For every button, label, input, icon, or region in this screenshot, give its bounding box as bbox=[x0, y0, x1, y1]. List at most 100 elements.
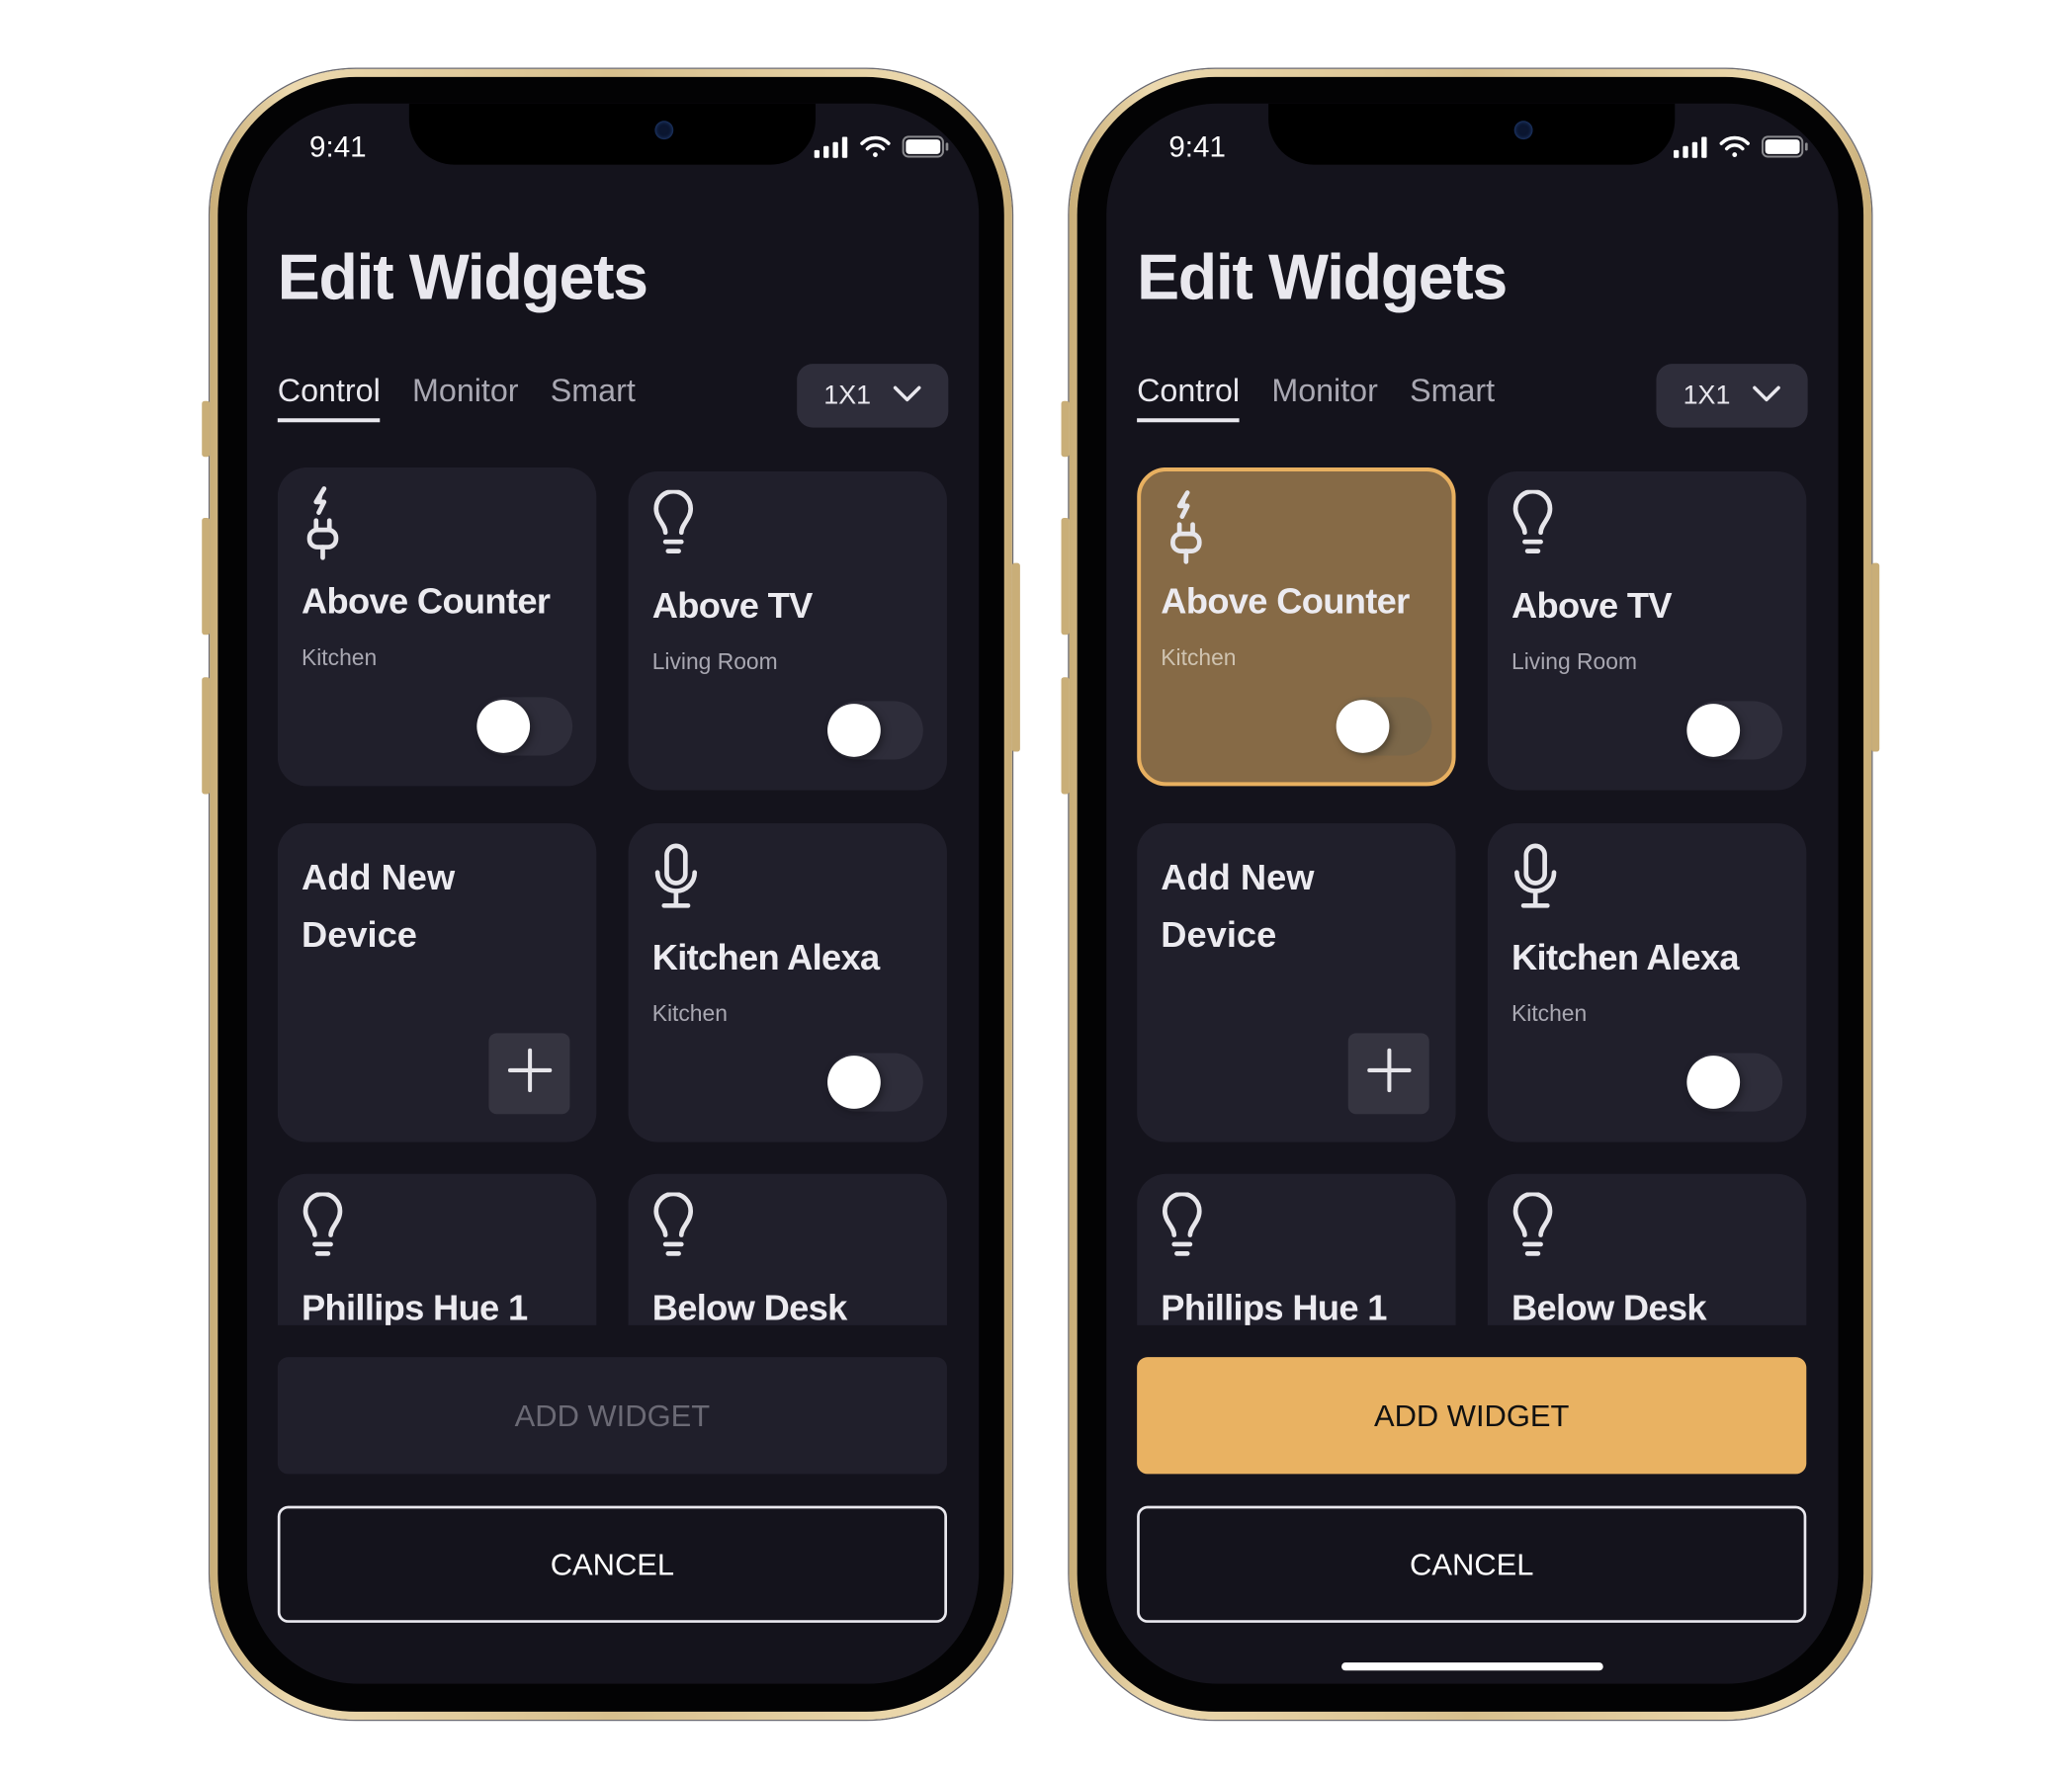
page-title: Edit Widgets bbox=[277, 242, 648, 314]
plus-icon bbox=[1366, 1048, 1412, 1099]
widget-toggle[interactable] bbox=[476, 697, 573, 756]
widget-card-above-counter[interactable]: Above Counter Kitchen bbox=[1137, 466, 1456, 787]
widget-name: Above TV bbox=[651, 585, 814, 626]
widget-toggle[interactable] bbox=[1686, 1053, 1783, 1112]
status-icons bbox=[1673, 135, 1809, 165]
widget-size-value: 1X1 bbox=[1683, 380, 1731, 410]
widget-card-kitchen-alexa[interactable]: Kitchen Alexa Kitchen bbox=[628, 823, 947, 1143]
widget-name: Below Desk bbox=[651, 1288, 848, 1325]
volume-up-button bbox=[202, 518, 211, 635]
add-device-button[interactable] bbox=[488, 1033, 570, 1115]
widget-room: Kitchen bbox=[1511, 1001, 1588, 1027]
add-widget-button[interactable]: ADD WIDGET bbox=[277, 1357, 947, 1475]
camera bbox=[1513, 121, 1533, 140]
phone-selected-state: 9:41 Edit Widgets Control Monitor Smart 1X… bbox=[1061, 68, 1880, 1720]
add-device-button[interactable] bbox=[1347, 1033, 1429, 1115]
widget-grid[interactable]: Above Counter Kitchen Above TV Living Ro… bbox=[1137, 466, 1809, 1325]
status-icons bbox=[814, 135, 950, 165]
widget-card-above-tv[interactable]: Above TV Living Room bbox=[1487, 470, 1807, 791]
power-button bbox=[1871, 562, 1880, 752]
widget-name: Above Counter bbox=[1161, 581, 1410, 622]
widget-card-below-desk[interactable]: Below Desk bbox=[628, 1173, 947, 1325]
toggle-knob bbox=[827, 1056, 881, 1109]
widget-card-add-new-device[interactable]: Add New Device bbox=[1137, 823, 1456, 1143]
mute-switch bbox=[202, 400, 211, 458]
widget-toggle[interactable] bbox=[827, 701, 923, 760]
microphone-icon bbox=[1511, 842, 1559, 918]
widget-card-above-tv[interactable]: Above TV Living Room bbox=[628, 470, 947, 791]
tab-control[interactable]: Control bbox=[277, 374, 381, 423]
widget-name: Phillips Hue 1 bbox=[1161, 1288, 1387, 1325]
screen: 9:41 Edit Widgets Control Monitor Smart 1X… bbox=[1106, 103, 1839, 1684]
volume-down-button bbox=[1061, 677, 1070, 795]
widget-toggle[interactable] bbox=[1336, 697, 1432, 756]
widget-room: Kitchen bbox=[301, 644, 378, 671]
widget-name: Kitchen Alexa bbox=[1511, 937, 1740, 977]
status-time: 9:41 bbox=[1168, 129, 1226, 164]
widget-room: Kitchen bbox=[651, 1001, 728, 1027]
toggle-knob bbox=[1336, 700, 1390, 753]
wifi-icon bbox=[859, 135, 891, 165]
toggle-knob bbox=[827, 704, 881, 757]
widget-card-below-desk[interactable]: Below Desk bbox=[1487, 1173, 1807, 1325]
widget-name: Kitchen Alexa bbox=[651, 937, 881, 977]
volume-down-button bbox=[202, 677, 211, 795]
status-time: 9:41 bbox=[309, 129, 367, 164]
lightbulb-icon bbox=[1511, 1191, 1554, 1266]
mockup-stage: 9:41 Edit Widgets Control Monitor Smart 1X… bbox=[0, 0, 2072, 1779]
camera bbox=[654, 121, 674, 140]
add-widget-button[interactable]: ADD WIDGET bbox=[1137, 1357, 1807, 1475]
lightbulb-icon bbox=[1511, 488, 1554, 563]
microphone-icon bbox=[652, 842, 700, 918]
lightbulb-icon bbox=[652, 488, 695, 563]
widget-toggle[interactable] bbox=[1686, 701, 1783, 760]
plug-icon bbox=[1165, 490, 1207, 571]
tab-monitor[interactable]: Monitor bbox=[1271, 374, 1378, 423]
screen: 9:41 Edit Widgets Control Monitor Smart 1X… bbox=[246, 103, 980, 1684]
category-tabs: Control Monitor Smart bbox=[277, 374, 636, 423]
widget-size-dropdown[interactable]: 1X1 bbox=[1656, 364, 1808, 428]
tab-smart[interactable]: Smart bbox=[1410, 374, 1495, 423]
add-device-label: Add New Device bbox=[301, 857, 456, 956]
category-tabs: Control Monitor Smart bbox=[1137, 374, 1495, 423]
battery-icon bbox=[1761, 135, 1809, 165]
widget-room: Living Room bbox=[1511, 649, 1637, 675]
battery-icon bbox=[902, 135, 949, 165]
widget-grid[interactable]: Above Counter Kitchen Above TV Living Ro… bbox=[277, 466, 950, 1325]
lightbulb-icon bbox=[652, 1191, 695, 1266]
cancel-button[interactable]: CANCEL bbox=[1137, 1505, 1807, 1623]
phone-default-state: 9:41 Edit Widgets Control Monitor Smart 1X… bbox=[202, 68, 1020, 1720]
widget-card-phillips-hue-1[interactable]: Phillips Hue 1 bbox=[277, 1173, 597, 1325]
volume-up-button bbox=[1061, 518, 1070, 635]
widget-card-kitchen-alexa[interactable]: Kitchen Alexa Kitchen bbox=[1487, 823, 1807, 1143]
widget-card-add-new-device[interactable]: Add New Device bbox=[277, 823, 597, 1143]
wifi-icon bbox=[1719, 135, 1751, 165]
notch bbox=[1268, 103, 1676, 165]
widget-toggle[interactable] bbox=[827, 1053, 923, 1112]
widget-name: Below Desk bbox=[1511, 1288, 1707, 1325]
toggle-knob bbox=[1686, 1056, 1741, 1109]
widget-card-phillips-hue-1[interactable]: Phillips Hue 1 bbox=[1137, 1173, 1456, 1325]
lightbulb-icon bbox=[302, 1191, 344, 1266]
toggle-knob bbox=[1686, 704, 1741, 757]
tab-smart[interactable]: Smart bbox=[551, 374, 636, 423]
widget-room: Living Room bbox=[651, 649, 778, 675]
widget-name: Phillips Hue 1 bbox=[301, 1288, 528, 1325]
add-device-label: Add New Device bbox=[1161, 857, 1315, 956]
widget-size-dropdown[interactable]: 1X1 bbox=[797, 364, 949, 428]
tab-control[interactable]: Control bbox=[1137, 374, 1241, 423]
lightbulb-icon bbox=[1161, 1191, 1203, 1266]
cellular-signal-icon bbox=[1673, 135, 1708, 164]
home-indicator[interactable] bbox=[1341, 1662, 1603, 1671]
widget-card-above-counter[interactable]: Above Counter Kitchen bbox=[277, 466, 597, 787]
mute-switch bbox=[1061, 400, 1070, 458]
notch bbox=[408, 103, 816, 165]
plug-icon bbox=[302, 486, 344, 567]
toggle-knob bbox=[476, 700, 531, 753]
cellular-signal-icon bbox=[814, 135, 849, 164]
page-title: Edit Widgets bbox=[1137, 242, 1508, 314]
tab-monitor[interactable]: Monitor bbox=[412, 374, 519, 423]
widget-room: Kitchen bbox=[1161, 644, 1237, 671]
plus-icon bbox=[507, 1048, 553, 1099]
cancel-button[interactable]: CANCEL bbox=[277, 1505, 947, 1623]
